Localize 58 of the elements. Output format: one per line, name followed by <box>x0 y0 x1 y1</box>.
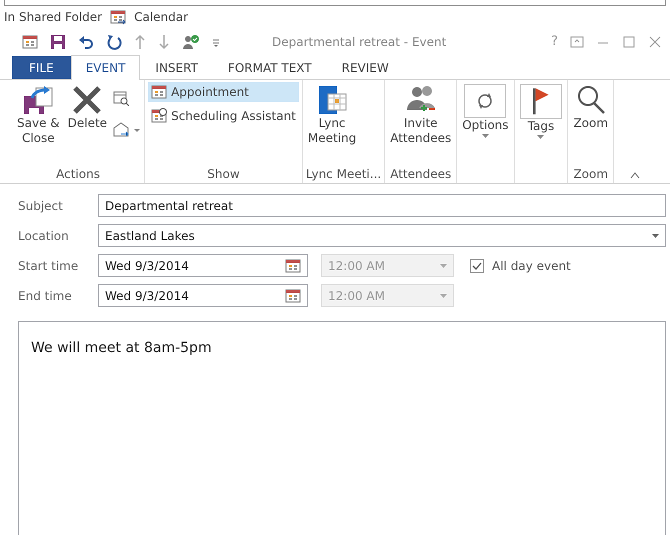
ribbon-display-icon[interactable] <box>570 35 584 49</box>
checkbox-icon <box>470 258 484 272</box>
folder-name: Calendar <box>134 9 188 26</box>
save-icon[interactable] <box>50 34 66 50</box>
ribbon-button[interactable]: Options <box>460 82 511 165</box>
group-label: Actions <box>55 166 101 183</box>
ribbon-tab[interactable]: FILE <box>12 56 71 79</box>
people-check-icon[interactable] <box>182 34 200 50</box>
lync-meeting-icon <box>316 84 348 116</box>
group-label: Attendees <box>389 166 452 183</box>
maximize-icon[interactable] <box>622 35 636 49</box>
down-arrow-icon[interactable] <box>158 34 170 50</box>
flag-icon <box>532 87 550 116</box>
save-close-icon <box>22 84 54 116</box>
collapse-icon[interactable] <box>630 171 640 179</box>
date-field[interactable]: Wed 9/3/2014 <box>98 254 308 277</box>
ribbon-tab[interactable]: REVIEW <box>326 56 404 79</box>
ribbon-tab[interactable]: FORMAT TEXT <box>212 56 327 79</box>
ribbon-tab[interactable]: INSERT <box>140 56 213 79</box>
caret-icon <box>440 292 447 298</box>
delete-icon <box>71 84 104 116</box>
group-label: Show <box>206 166 241 183</box>
group-label: Lync Meeti... <box>306 166 382 183</box>
ribbon-tab[interactable]: EVENT <box>70 55 140 80</box>
all-day-checkbox[interactable]: All day event <box>470 256 571 274</box>
caret-icon <box>652 232 659 238</box>
field-label: End time <box>18 288 73 304</box>
ribbon-button[interactable]: Appointment <box>148 82 299 102</box>
calendar-icon[interactable] <box>22 34 38 50</box>
ribbon-button[interactable]: Lync Meeting <box>306 82 358 165</box>
ribbon-button[interactable]: Zoom <box>571 82 610 165</box>
ribbon-button[interactable]: Tags <box>518 82 564 165</box>
ribbon-button[interactable]: Scheduling Assistant <box>148 106 299 126</box>
ribbon-button[interactable]: Invite Attendees <box>388 82 454 165</box>
window-title: Departmental retreat - Event <box>272 34 446 51</box>
calendar-icon <box>151 84 168 100</box>
calendar-search-icon[interactable] <box>113 90 130 106</box>
field-label: Start time <box>18 258 80 274</box>
undo-icon[interactable] <box>78 34 94 50</box>
caret-icon <box>440 262 447 268</box>
calendar-clock-icon <box>151 108 168 124</box>
field-label: Subject <box>18 198 64 214</box>
calendar-icon[interactable] <box>285 258 301 274</box>
date-field[interactable]: Wed 9/3/2014 <box>98 284 308 307</box>
location-dropdown[interactable]: Eastland Lakes <box>98 224 666 247</box>
calendar-icon[interactable] <box>285 288 301 304</box>
calendar-icon <box>110 9 126 25</box>
subject-field[interactable]: Departmental retreat <box>98 194 666 217</box>
folder-label: In Shared Folder <box>4 9 102 26</box>
group-label: Zoom <box>572 166 610 183</box>
message-body[interactable]: We will meet at 8am-5pm <box>18 321 666 535</box>
field-label: Location <box>18 228 70 244</box>
redo-icon[interactable] <box>106 34 122 50</box>
close-icon[interactable] <box>648 35 662 49</box>
body-text: We will meet at 8am-5pm <box>31 339 213 358</box>
ribbon-button[interactable]: Delete <box>66 82 110 165</box>
up-arrow-icon[interactable] <box>134 34 146 50</box>
ribbon-button[interactable]: Save & Close <box>15 82 62 165</box>
